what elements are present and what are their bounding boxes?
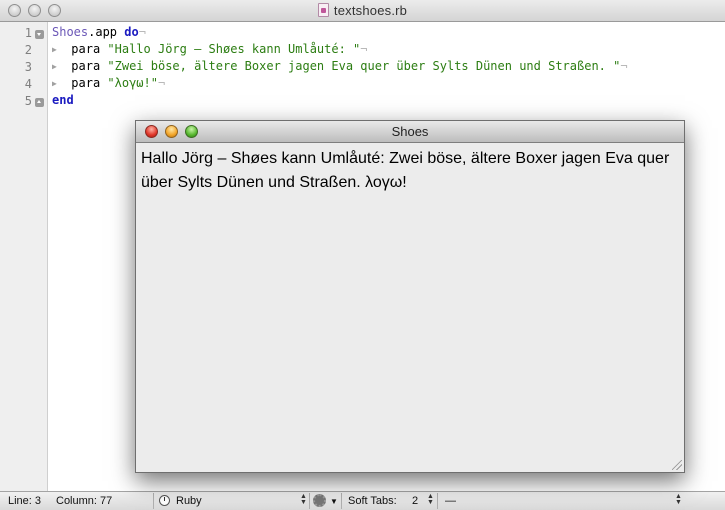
soft-tabs-value[interactable]: 2: [412, 495, 418, 507]
line-number: 1: [24, 26, 32, 40]
code-line[interactable]: Shoes.app do¬: [52, 24, 146, 41]
ruby-file-icon: [317, 3, 329, 17]
newline-marker: ¬: [360, 42, 368, 56]
window-title: textshoes.rb: [0, 3, 725, 18]
line-number: 5: [24, 94, 32, 108]
gear-menu-arrow-icon[interactable]: ▼: [330, 497, 338, 506]
code-token: .app: [88, 25, 125, 39]
shoes-titlebar[interactable]: Shoes: [136, 121, 684, 143]
line-indicator: Line: 3: [8, 495, 42, 507]
line-number: 2: [24, 43, 32, 57]
code-line[interactable]: ▶ para "λογω!"¬: [52, 75, 165, 92]
fold-arrow-icon[interactable]: ▶: [52, 45, 57, 54]
code-token-keyword: end: [52, 93, 74, 107]
line-number-gutter: 1 2 3 4 5: [0, 22, 48, 491]
code-token-string: "Hallo Jörg – Shøes kann Umlåuté: ": [107, 42, 361, 56]
window-title-text: textshoes.rb: [333, 3, 408, 18]
code-line[interactable]: end: [52, 92, 74, 109]
newline-marker: ¬: [620, 59, 628, 73]
code-line[interactable]: ▶ para "Zwei böse, ältere Boxer jagen Ev…: [52, 58, 628, 75]
status-divider: [153, 493, 154, 509]
editor-titlebar[interactable]: textshoes.rb: [0, 0, 725, 22]
fold-collapse-icon[interactable]: [35, 30, 44, 39]
shoes-text-line-2: über Sylts Dünen und Straßen. λογω!: [141, 174, 407, 191]
fold-arrow-icon[interactable]: ▶: [52, 79, 57, 88]
column-indicator: Column: 77: [56, 495, 113, 507]
line-number: 3: [24, 60, 32, 74]
code-token-constant: Shoes: [52, 25, 89, 39]
code-line[interactable]: ▶ para "Hallo Jörg – Shøes kann Umlåuté:…: [52, 41, 368, 58]
code-token: para: [71, 76, 108, 90]
status-divider: [437, 493, 438, 509]
status-divider: [309, 493, 310, 509]
language-selector[interactable]: Ruby: [176, 495, 202, 507]
gear-icon[interactable]: [313, 494, 326, 507]
code-token: para: [71, 59, 108, 73]
symbol-selector[interactable]: —: [445, 495, 456, 507]
code-token-string: "Zwei böse, ältere Boxer jagen Eva quer …: [107, 59, 621, 73]
code-token: para: [71, 42, 108, 56]
soft-tabs-label[interactable]: Soft Tabs:: [348, 495, 397, 507]
soft-tabs-popup-arrows-icon[interactable]: ▲ ▼: [427, 493, 434, 506]
shoes-text-line-1: Hallo Jörg – Shøes kann Umlåuté: Zwei bö…: [141, 150, 670, 167]
newline-marker: ¬: [138, 25, 146, 39]
language-popup-arrows-icon[interactable]: ▲ ▼: [300, 493, 307, 506]
shoes-window: Shoes Hallo Jörg – Shøes kann Umlåuté: Z…: [135, 120, 685, 473]
newline-marker: ¬: [157, 76, 166, 90]
shoes-window-title: Shoes: [391, 124, 429, 139]
code-token-keyword: do: [124, 25, 139, 39]
resize-grip-icon[interactable]: [672, 460, 682, 470]
symbol-popup-arrows-icon[interactable]: ▲ ▼: [675, 493, 682, 506]
macro-clock-icon: [159, 495, 170, 506]
fold-end-icon[interactable]: [35, 98, 44, 107]
line-number: 4: [24, 77, 32, 91]
shoes-paragraph: Hallo Jörg – Shøes kann Umlåuté: Zwei bö…: [141, 147, 681, 195]
code-token-string: "λογω!": [107, 76, 158, 90]
fold-arrow-icon[interactable]: ▶: [52, 62, 57, 71]
status-bar: Line: 3 Column: 77 Ruby ▲ ▼ ▼ Soft Tabs: …: [0, 491, 725, 510]
status-divider: [341, 493, 342, 509]
shoes-content: Hallo Jörg – Shøes kann Umlåuté: Zwei bö…: [136, 143, 684, 472]
